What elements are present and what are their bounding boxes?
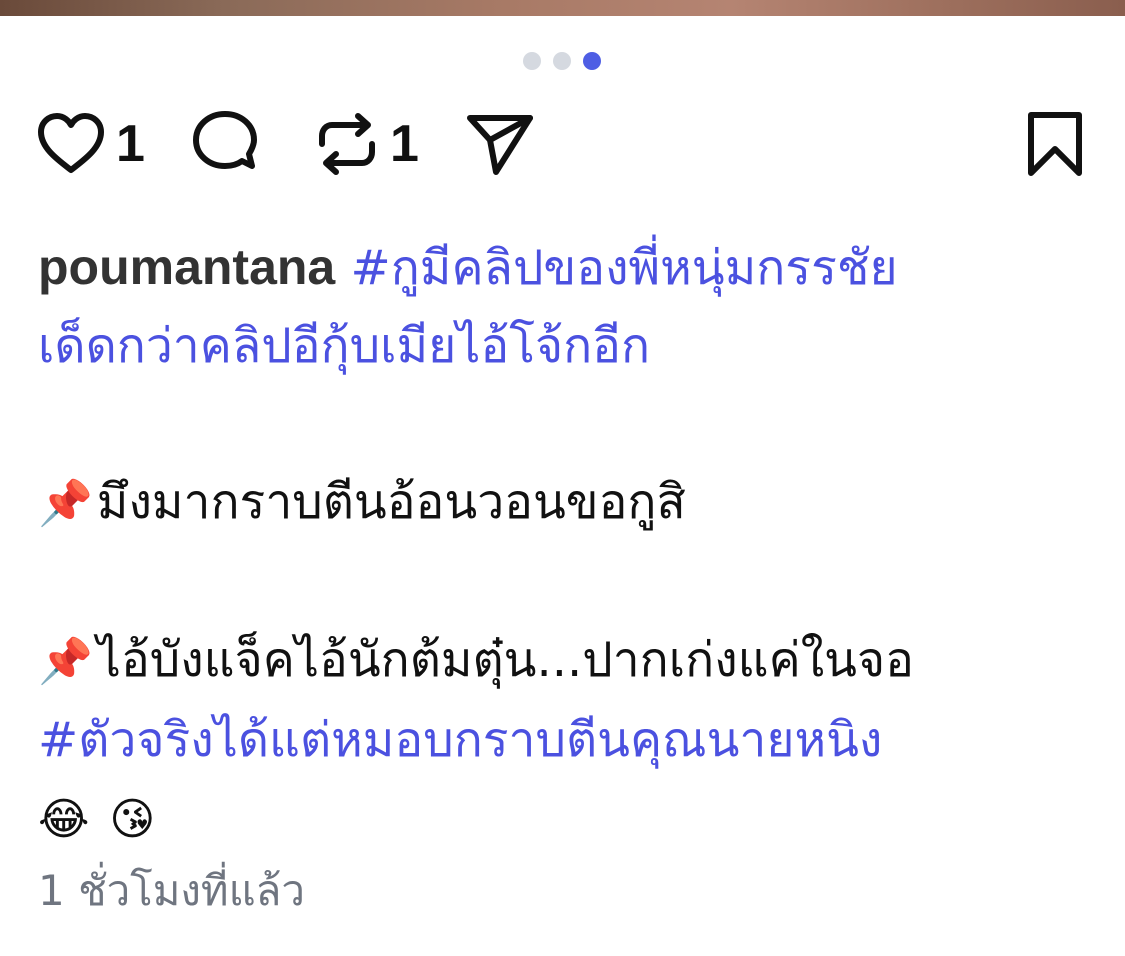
username-link[interactable]: poumantana	[38, 239, 335, 295]
repost-icon	[319, 113, 375, 175]
pager-dot[interactable]	[523, 52, 541, 70]
like-count: 1	[116, 115, 145, 173]
pushpin-icon: 📌	[38, 636, 93, 687]
comment-bubble-icon	[193, 111, 257, 169]
action-bar: 1 1	[36, 108, 1085, 180]
caption-line: poumantana #กูมีคลิปของพี่หนุ่มกรรชัย	[38, 228, 1098, 307]
comment-button[interactable]	[192, 108, 260, 180]
bookmark-icon	[1028, 112, 1082, 176]
caption-text: ไอ้บังแจ็คไอ้นักต้มตุ๋น...ปากเก่งแค่ในจอ	[96, 632, 914, 688]
laughing-emoji-icon: 😂	[38, 794, 90, 845]
send-icon	[467, 115, 533, 175]
kissing-emoji-icon: 😘	[109, 794, 156, 845]
like-button[interactable]: 1	[36, 108, 145, 180]
share-button[interactable]	[464, 108, 536, 180]
hashtag-link[interactable]: #กูมีคลิปของพี่หนุ่มกรรชัย	[351, 240, 898, 296]
post-image-edge[interactable]	[0, 0, 1125, 16]
caption-text: มึงมากราบตีนอ้อนวอนขอกูสิ	[96, 474, 686, 530]
post-caption: poumantana #กูมีคลิปของพี่หนุ่มกรรชัย เด…	[38, 228, 1098, 859]
carousel-pager	[523, 52, 601, 70]
hashtag-link[interactable]: #ตัวจริงได้แต่หมอบกราบตีนคุณนายหนิง	[38, 701, 1098, 779]
pager-dot[interactable]	[553, 52, 571, 70]
caption-line: 📌ไอ้บังแจ็คไอ้นักต้มตุ๋น...ปากเก่งแค่ในจ…	[38, 621, 1098, 701]
pushpin-icon: 📌	[38, 478, 93, 529]
repost-count: 1	[390, 115, 419, 173]
heart-icon	[38, 113, 104, 173]
caption-line-hashtag-continued[interactable]: เด็ดกว่าคลิปอีกุ้บเมียไอ้โจ้กอีก	[38, 307, 1098, 385]
caption-line: 📌มึงมากราบตีนอ้อนวอนขอกูสิ	[38, 463, 1098, 543]
pager-dot-active[interactable]	[583, 52, 601, 70]
caption-emoji-line: 😂 😘	[38, 779, 1098, 859]
bookmark-button[interactable]	[1025, 108, 1085, 180]
post-timestamp: 1 ชั่วโมงที่แล้ว	[38, 866, 305, 915]
repost-button[interactable]: 1	[314, 108, 419, 180]
